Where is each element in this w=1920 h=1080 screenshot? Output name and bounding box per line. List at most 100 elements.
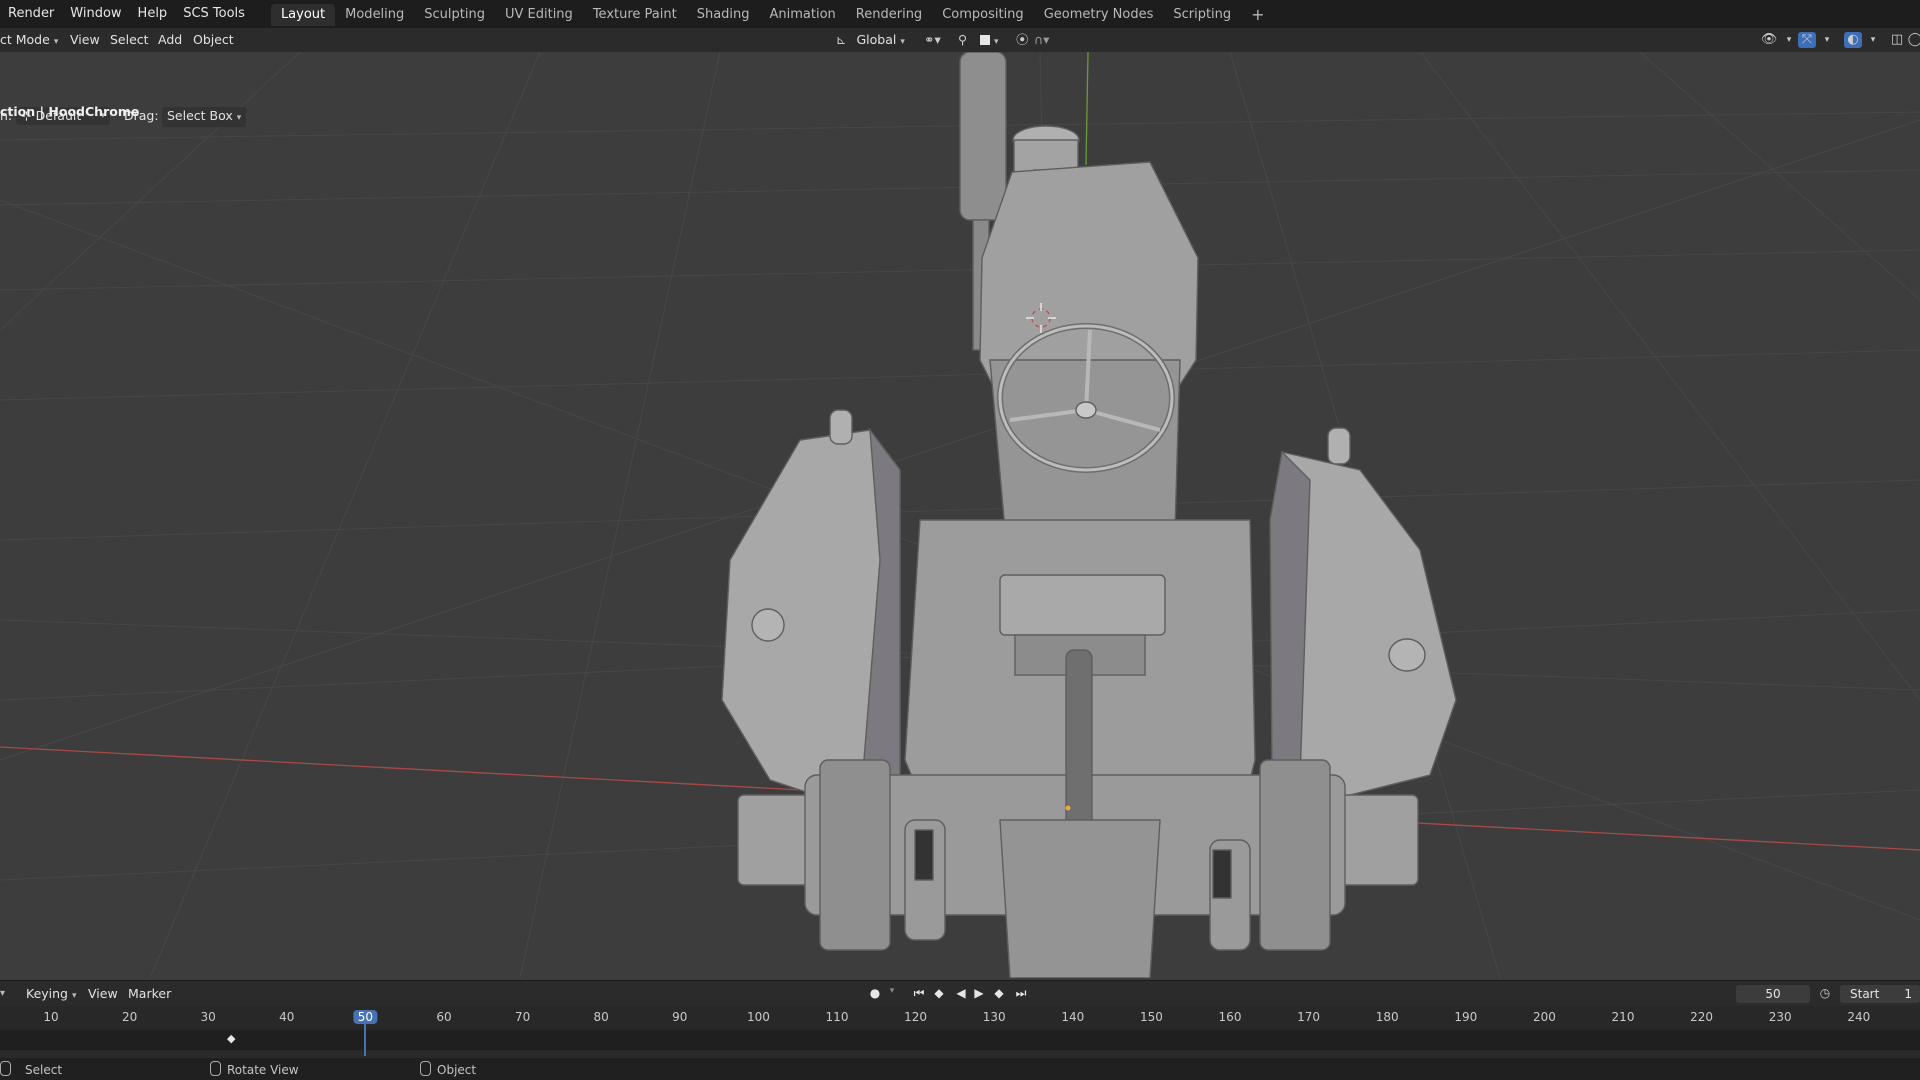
ruler-tick-label: 210	[1611, 1010, 1635, 1024]
status-rotate: Rotate View	[210, 1061, 299, 1077]
chevron-down-icon: ▾	[236, 113, 242, 123]
status-object: Object	[420, 1061, 476, 1077]
ruler-tick-label: 190	[1454, 1010, 1478, 1024]
menu-window[interactable]: Window	[62, 0, 129, 28]
timeline-track[interactable]: ◆	[0, 1030, 1920, 1050]
menu-help[interactable]: Help	[130, 0, 176, 28]
chevron-down-icon[interactable]: ▾	[1780, 32, 1798, 48]
timeline-ruler[interactable]: 10 20 30 40 50 60 70 80 90 100 110 120 130 140 150 160 1…	[0, 1006, 1920, 1030]
tab-compositing[interactable]: Compositing	[932, 4, 1034, 26]
ruler-tick-label: 200	[1532, 1010, 1556, 1024]
status-select-label: Select	[25, 1063, 63, 1077]
menu-scs-tools[interactable]: SCS Tools	[175, 0, 253, 28]
ruler-tick-label: 60	[436, 1010, 452, 1024]
drag-dropdown[interactable]: Select Box ▾	[162, 104, 247, 128]
start-frame-field[interactable]: Start 1	[1840, 985, 1920, 1003]
timeline-scrollbar[interactable]	[0, 1050, 1920, 1058]
chevron-down-icon[interactable]: ▾	[883, 986, 901, 996]
tab-uv-editing[interactable]: UV Editing	[495, 4, 583, 26]
status-rotate-label: Rotate View	[227, 1063, 299, 1077]
ruler-tick-label: 180	[1375, 1010, 1399, 1024]
status-object-label: Object	[437, 1063, 477, 1077]
ruler-tick-label: 150	[1139, 1010, 1163, 1024]
ruler-tick-label: 90	[672, 1010, 688, 1024]
shading-icon[interactable]: ◯	[1906, 32, 1920, 48]
keying-dropdown[interactable]: Keying ▾	[26, 982, 77, 1006]
chevron-down-icon[interactable]: ▾	[0, 982, 5, 1006]
ruler-tick-label: 110	[825, 1010, 849, 1024]
next-keyframe-icon[interactable]: ◆	[990, 986, 1008, 1000]
jump-end-icon[interactable]: ⏭	[1012, 986, 1030, 1001]
tab-layout[interactable]: Layout	[270, 4, 336, 26]
ruler-tick-label: 80	[593, 1010, 609, 1024]
ruler-tick-label: 230	[1768, 1010, 1792, 1024]
menu-view[interactable]: View	[70, 28, 100, 52]
proportional-edit-icon[interactable]: ⦿	[1016, 28, 1029, 52]
tab-shading[interactable]: Shading	[687, 4, 760, 26]
ruler-tick-label: 120	[904, 1010, 928, 1024]
tab-scripting[interactable]: Scripting	[1163, 4, 1241, 26]
overlays-icon[interactable]: ◐	[1844, 32, 1862, 48]
status-select: Select	[0, 1061, 62, 1077]
tab-sculpting[interactable]: Sculpting	[414, 4, 495, 26]
drag-value: Select Box	[167, 108, 233, 123]
ruler-tick-label: 140	[1061, 1010, 1085, 1024]
menu-add[interactable]: Add	[158, 28, 182, 52]
visibility-icon[interactable]: 👁	[1760, 32, 1778, 48]
clock-icon[interactable]: ◷	[1816, 986, 1834, 1000]
snap-icon[interactable]: ⚲	[958, 28, 967, 52]
chevron-down-icon[interactable]: ▾	[1818, 32, 1836, 48]
viewport-canvas	[0, 52, 1920, 978]
ruler-tick-label: 10	[43, 1010, 59, 1024]
tab-modeling[interactable]: Modeling	[335, 4, 414, 26]
mouse-right-icon	[420, 1061, 431, 1076]
snap-target-icon[interactable]: ▾	[980, 28, 999, 52]
prev-keyframe-icon[interactable]: ◆	[930, 986, 948, 1000]
chevron-down-icon: ▾	[53, 37, 59, 47]
tab-animation[interactable]: Animation	[760, 4, 846, 26]
status-bar: Select Rotate View Object	[0, 1058, 1920, 1080]
start-label: Start	[1850, 987, 1880, 1001]
ruler-tick-label: 220	[1690, 1010, 1714, 1024]
chevron-down-icon[interactable]: ▾	[1864, 32, 1882, 48]
ruler-tick-label: 40	[279, 1010, 295, 1024]
falloff-icon[interactable]: ∩▾	[1034, 28, 1049, 52]
tab-geometry-nodes[interactable]: Geometry Nodes	[1034, 4, 1164, 26]
timeline-marker-menu[interactable]: Marker	[128, 982, 171, 1006]
pivot-icon[interactable]: ⚭▾	[924, 28, 941, 52]
mode-label: ct Mode	[0, 32, 50, 47]
transform-orientation-dropdown[interactable]: ⊾ Global ▾	[836, 28, 905, 52]
ruler-tick-label: 20	[121, 1010, 138, 1024]
orientation-label: Global	[856, 32, 897, 47]
3d-viewport[interactable]: n: ⊹ Default ▾ Drag: Select Box ▾ ction | …	[0, 52, 1920, 978]
ruler-tick-label: 70	[514, 1010, 531, 1024]
xray-icon[interactable]: ◫	[1888, 32, 1906, 48]
menu-render[interactable]: Render	[0, 0, 62, 28]
tab-rendering[interactable]: Rendering	[846, 4, 932, 26]
viewport-header: ct Mode ▾ View Select Add Object ⊾ Global…	[0, 28, 1920, 52]
tab-texture-paint[interactable]: Texture Paint	[583, 4, 687, 26]
mode-dropdown[interactable]: ct Mode ▾	[0, 28, 58, 52]
ruler-tick-label: 240	[1847, 1010, 1871, 1024]
menu-select[interactable]: Select	[110, 28, 149, 52]
add-workspace-button[interactable]: +	[1241, 5, 1274, 24]
chevron-down-icon: ▾	[900, 37, 905, 47]
playhead-line[interactable]	[364, 1020, 366, 1056]
start-value: 1	[1904, 987, 1912, 1001]
record-icon[interactable]: ●	[866, 986, 884, 1000]
keyframe-icon[interactable]: ◆	[227, 1032, 235, 1045]
play-reverse-icon[interactable]: ◀	[952, 986, 970, 1000]
tractor-model[interactable]	[721, 52, 1457, 978]
top-menubar: Render Window Help SCS Tools Layout Mode…	[0, 0, 1920, 28]
origin-point	[1065, 805, 1071, 811]
axis-icon: ⊾	[836, 32, 847, 47]
ruler-tick-label: 30	[200, 1010, 216, 1024]
jump-start-icon[interactable]: ⏮	[910, 986, 928, 1001]
gizmo-icon[interactable]: ⤧	[1798, 32, 1816, 48]
y-axis-line	[1085, 52, 1089, 166]
play-icon[interactable]: ▶	[970, 986, 988, 1000]
menu-object[interactable]: Object	[193, 28, 234, 52]
timeline-view-menu[interactable]: View	[88, 982, 118, 1006]
current-frame-field[interactable]: 50	[1736, 985, 1810, 1003]
ruler-tick-label: 130	[982, 1010, 1006, 1024]
